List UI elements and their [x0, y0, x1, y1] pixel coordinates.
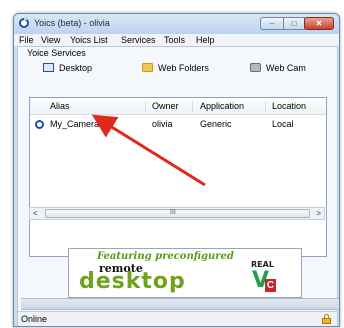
arrow-line — [91, 114, 206, 187]
annotation-arrow — [91, 114, 206, 187]
